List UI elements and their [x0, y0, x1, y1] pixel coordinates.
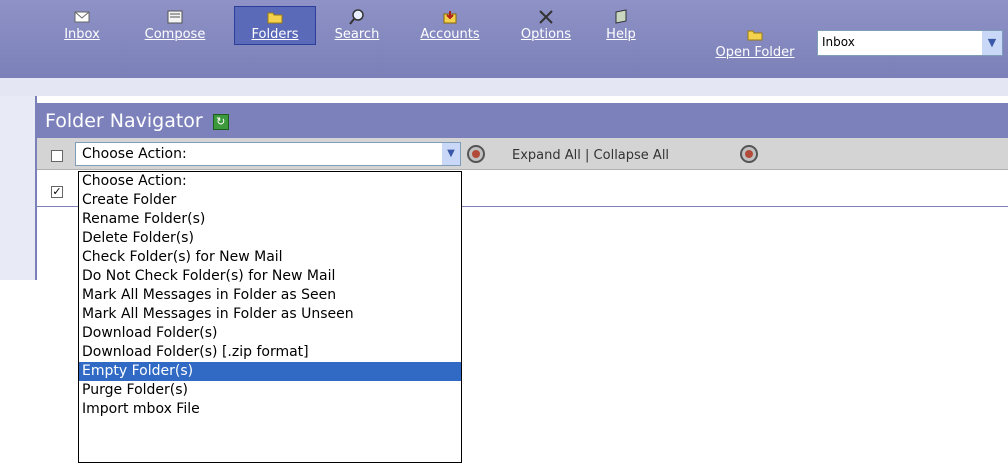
expand-all-link[interactable]: Expand All: [512, 148, 581, 163]
open-folder-button[interactable]: Open Folder: [700, 26, 810, 60]
dropdown-option[interactable]: Mark All Messages in Folder as Seen: [79, 286, 461, 305]
toolbar-options-label: Options: [520, 27, 572, 42]
toolbar-strip: [0, 78, 1008, 96]
toolbar-accounts-label: Accounts: [420, 27, 480, 42]
action-select[interactable]: Choose Action: ▼: [75, 142, 461, 166]
toolbar-inbox-label: Inbox: [64, 27, 100, 42]
toolbar-options-button[interactable]: Options: [510, 8, 582, 42]
panel-title-bar: Folder Navigator ↻: [37, 103, 1008, 138]
dropdown-option[interactable]: Delete Folder(s): [79, 229, 461, 248]
left-sidebar: [0, 96, 37, 280]
dropdown-option[interactable]: Import mbox File: [79, 400, 461, 419]
toolbar-compose-label: Compose: [144, 27, 206, 42]
toolbar-folders-button[interactable]: Folders: [234, 6, 316, 45]
expand-collapse-links: Expand All | Collapse All: [512, 148, 669, 163]
toolbar-inbox-button[interactable]: Inbox: [58, 8, 106, 42]
dropdown-option-selected[interactable]: Empty Folder(s): [79, 362, 461, 381]
help-book-icon: [615, 9, 627, 24]
collapse-all-link[interactable]: Collapse All: [594, 148, 670, 163]
action-select-value: Choose Action:: [82, 146, 187, 162]
main-toolbar: Inbox Compose Folders Search Accounts Op…: [0, 0, 1008, 78]
magnifier-icon: [349, 9, 364, 25]
folder-icon: [267, 12, 283, 24]
action-dropdown-list: Choose Action: Create Folder Rename Fold…: [78, 171, 462, 463]
toolbar-search-button[interactable]: Search: [324, 8, 390, 42]
toolbar-search-label: Search: [334, 27, 380, 42]
tools-icon: [539, 10, 553, 24]
dropdown-option[interactable]: Rename Folder(s): [79, 210, 461, 229]
chevron-down-icon[interactable]: ▼: [442, 143, 460, 165]
go-icon[interactable]: [467, 145, 485, 163]
dropdown-option[interactable]: Check Folder(s) for New Mail: [79, 248, 461, 267]
dropdown-option[interactable]: Mark All Messages in Folder as Unseen: [79, 305, 461, 324]
dropdown-option[interactable]: Do Not Check Folder(s) for New Mail: [79, 267, 461, 286]
dropdown-option[interactable]: Choose Action:: [79, 172, 461, 191]
select-all-checkbox[interactable]: [51, 150, 63, 162]
dropdown-option[interactable]: Download Folder(s): [79, 324, 461, 343]
toolbar-help-button[interactable]: Help: [596, 8, 646, 42]
folder-checkbox[interactable]: ✓: [51, 186, 63, 198]
envelope-icon: [74, 11, 90, 23]
open-folder-label: Open Folder: [715, 45, 795, 60]
open-folder-icon: [747, 30, 763, 41]
go-icon[interactable]: [740, 145, 758, 163]
toolbar-compose-button[interactable]: Compose: [130, 8, 220, 42]
chevron-down-icon[interactable]: ▼: [982, 31, 1002, 55]
dropdown-option[interactable]: Download Folder(s) [.zip format]: [79, 343, 461, 362]
refresh-icon[interactable]: ↻: [212, 113, 229, 130]
toolbar-folders-label: Folders: [251, 27, 299, 42]
panel-title: Folder Navigator: [45, 110, 203, 132]
folder-select[interactable]: Inbox ▼: [817, 30, 1003, 56]
accounts-icon: [443, 11, 457, 24]
toolbar-accounts-button[interactable]: Accounts: [408, 8, 492, 42]
dropdown-option[interactable]: Purge Folder(s): [79, 381, 461, 400]
folder-select-value: Inbox: [822, 35, 855, 49]
toolbar-help-label: Help: [606, 27, 636, 42]
compose-icon: [167, 10, 183, 24]
dropdown-option[interactable]: Create Folder: [79, 191, 461, 210]
link-separator: |: [585, 148, 590, 163]
